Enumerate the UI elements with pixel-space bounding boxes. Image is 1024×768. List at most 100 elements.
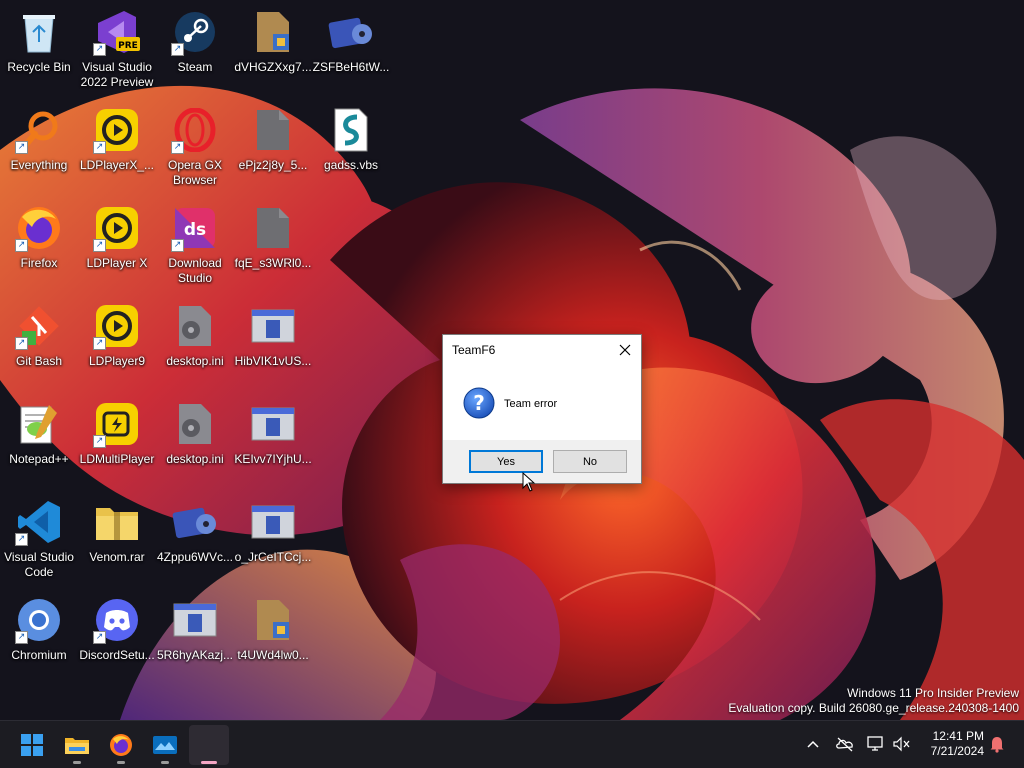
chevron-up-icon[interactable] bbox=[802, 733, 824, 755]
desktop-icon-label: LDMultiPlayer bbox=[79, 452, 155, 466]
ldplayer-icon: ↗ bbox=[93, 302, 141, 350]
running-indicator bbox=[73, 761, 81, 764]
desktop-icon[interactable]: PRE ↗ Visual Studio 2022 Preview bbox=[78, 2, 156, 94]
desktop-icon[interactable]: t4UWd4lw0... bbox=[234, 590, 312, 682]
window-app-icon bbox=[249, 400, 297, 448]
shortcut-arrow-icon: ↗ bbox=[93, 337, 106, 350]
shortcut-arrow-icon: ↗ bbox=[15, 533, 28, 546]
desktop-icon[interactable]: Recycle Bin bbox=[0, 2, 78, 94]
media-file-icon bbox=[327, 8, 375, 56]
dialog-title: TeamF6 bbox=[452, 343, 496, 357]
desktop-icon-label: Everything bbox=[10, 158, 68, 172]
desktop-icon-label: 4Zppu6WVc... bbox=[156, 550, 234, 564]
everything-icon: ↗ bbox=[15, 106, 63, 154]
dialog-titlebar[interactable]: TeamF6 bbox=[443, 335, 641, 365]
desktop-icon[interactable]: ↗ LDPlayer X bbox=[78, 198, 156, 290]
desktop-icon-label: 5R6hyAKazj... bbox=[156, 648, 234, 662]
svg-text:?: ? bbox=[473, 391, 485, 415]
vbs-script-icon bbox=[327, 106, 375, 154]
running-indicator bbox=[161, 761, 169, 764]
running-app-button[interactable] bbox=[189, 725, 229, 765]
taskbar: 12:41 PM 7/21/2024 bbox=[0, 720, 1024, 768]
desktop-icon[interactable]: o_JrCeITCcj... bbox=[234, 492, 312, 584]
desktop-icon[interactable]: desktop.ini bbox=[156, 394, 234, 486]
desktop-icon[interactable]: ↗ Steam bbox=[156, 2, 234, 94]
shortcut-arrow-icon: ↗ bbox=[15, 337, 28, 350]
desktop-icon-label: Firefox bbox=[20, 256, 58, 270]
shortcut-arrow-icon: ↗ bbox=[93, 435, 106, 448]
window-app-icon bbox=[171, 596, 219, 644]
file-explorer-button[interactable] bbox=[57, 725, 97, 765]
message-dialog: TeamF6 ? Team error Yes No bbox=[442, 334, 642, 484]
desktop-icon[interactable]: KEIvv7IYjhU... bbox=[234, 394, 312, 486]
no-button[interactable]: No bbox=[553, 450, 627, 473]
network-icon[interactable] bbox=[865, 733, 887, 755]
desktop-icon[interactable]: HibVIK1vUS... bbox=[234, 296, 312, 388]
desktop-icon-label: Venom.rar bbox=[89, 550, 145, 564]
desktop-icon-label: fqE_s3WRl0... bbox=[234, 256, 312, 270]
notification-bell-icon[interactable] bbox=[986, 733, 1008, 755]
desktop-icon[interactable]: gadss.vbs bbox=[312, 100, 390, 192]
question-icon: ? bbox=[463, 387, 495, 419]
media-file-icon bbox=[171, 498, 219, 546]
clock-time: 12:41 PM bbox=[932, 729, 984, 743]
shortcut-arrow-icon: ↗ bbox=[93, 43, 106, 56]
settings-file-icon bbox=[171, 400, 219, 448]
desktop-icon[interactable]: Notepad++ bbox=[0, 394, 78, 486]
desktop-icon-label: HibVIK1vUS... bbox=[234, 354, 312, 368]
desktop-icon[interactable]: ZSFBeH6tW... bbox=[312, 2, 390, 94]
watermark-line2: Evaluation copy. Build 26080.ge_release.… bbox=[728, 701, 1019, 715]
ldplayer-icon: ↗ bbox=[93, 204, 141, 252]
desktop-icon[interactable]: 4Zppu6WVc... bbox=[156, 492, 234, 584]
volume-muted-icon[interactable] bbox=[891, 733, 913, 755]
watermark-line1: Windows 11 Pro Insider Preview bbox=[847, 686, 1019, 700]
desktop-icon[interactable]: ↗ LDMultiPlayer bbox=[78, 394, 156, 486]
git-bash-icon: ↗ bbox=[15, 302, 63, 350]
desktop-icon[interactable]: desktop.ini bbox=[156, 296, 234, 388]
onedrive-offline-icon[interactable] bbox=[834, 733, 856, 755]
start-button[interactable] bbox=[12, 725, 52, 765]
desktop-icon[interactable]: ↗ DiscordSetu... bbox=[78, 590, 156, 682]
desktop-icon[interactable]: ↗ Opera GX Browser bbox=[156, 100, 234, 192]
desktop-icon-label: Recycle Bin bbox=[7, 60, 71, 74]
shortcut-arrow-icon: ↗ bbox=[171, 141, 184, 154]
chromium-icon: ↗ bbox=[15, 596, 63, 644]
desktop-icon[interactable]: ↗ Chromium bbox=[0, 590, 78, 682]
shortcut-arrow-icon: ↗ bbox=[171, 239, 184, 252]
desktop-icon-label: ePjz2j8y_5... bbox=[238, 158, 308, 172]
desktop-icon-label: Opera GX Browser bbox=[167, 158, 223, 187]
desktop-icon-label: desktop.ini bbox=[166, 452, 224, 466]
desktop-icon-label: t4UWd4lw0... bbox=[237, 648, 309, 662]
desktop-icon[interactable]: fqE_s3WRl0... bbox=[234, 198, 312, 290]
blank-file-icon bbox=[249, 106, 297, 154]
desktop-icon[interactable]: ↗ Git Bash bbox=[0, 296, 78, 388]
desktop-icon[interactable]: dVHGZXxg7... bbox=[234, 2, 312, 94]
steam-icon: ↗ bbox=[171, 8, 219, 56]
close-icon[interactable] bbox=[609, 335, 641, 365]
system-clock[interactable]: 12:41 PM 7/21/2024 bbox=[912, 729, 984, 759]
desktop-icon[interactable]: ↗ Firefox bbox=[0, 198, 78, 290]
firefox-button[interactable] bbox=[101, 725, 141, 765]
settings-file-icon bbox=[171, 302, 219, 350]
desktop-icon[interactable]: ↗ LDPlayerX_... bbox=[78, 100, 156, 192]
running-app-icon bbox=[199, 735, 219, 755]
opera-gx-icon: ↗ bbox=[171, 106, 219, 154]
desktop-icon-label: Git Bash bbox=[15, 354, 63, 368]
desktop-icon-label: Download Studio bbox=[168, 256, 222, 285]
desktop-icon[interactable]: ↗ Visual Studio Code bbox=[0, 492, 78, 584]
dialog-body: ? Team error bbox=[443, 365, 641, 441]
desktop-icon[interactable]: ↗ LDPlayer9 bbox=[78, 296, 156, 388]
ldplayer-icon: ↗ bbox=[93, 106, 141, 154]
desktop-icon[interactable]: ePjz2j8y_5... bbox=[234, 100, 312, 192]
desktop-icon[interactable]: ds ↗ Download Studio bbox=[156, 198, 234, 290]
desktop-icon[interactable]: Venom.rar bbox=[78, 492, 156, 584]
dialog-message: Team error bbox=[504, 398, 558, 410]
photos-button[interactable] bbox=[145, 725, 185, 765]
discord-icon: ↗ bbox=[93, 596, 141, 644]
desktop-icon[interactable]: 5R6hyAKazj... bbox=[156, 590, 234, 682]
desktop-icon-label: gadss.vbs bbox=[323, 158, 379, 172]
zip-archive-icon bbox=[93, 498, 141, 546]
desktop-icon[interactable]: ↗ Everything bbox=[0, 100, 78, 192]
desktop-icon-label: Visual Studio Code bbox=[4, 550, 74, 579]
yes-button[interactable]: Yes bbox=[469, 450, 543, 473]
